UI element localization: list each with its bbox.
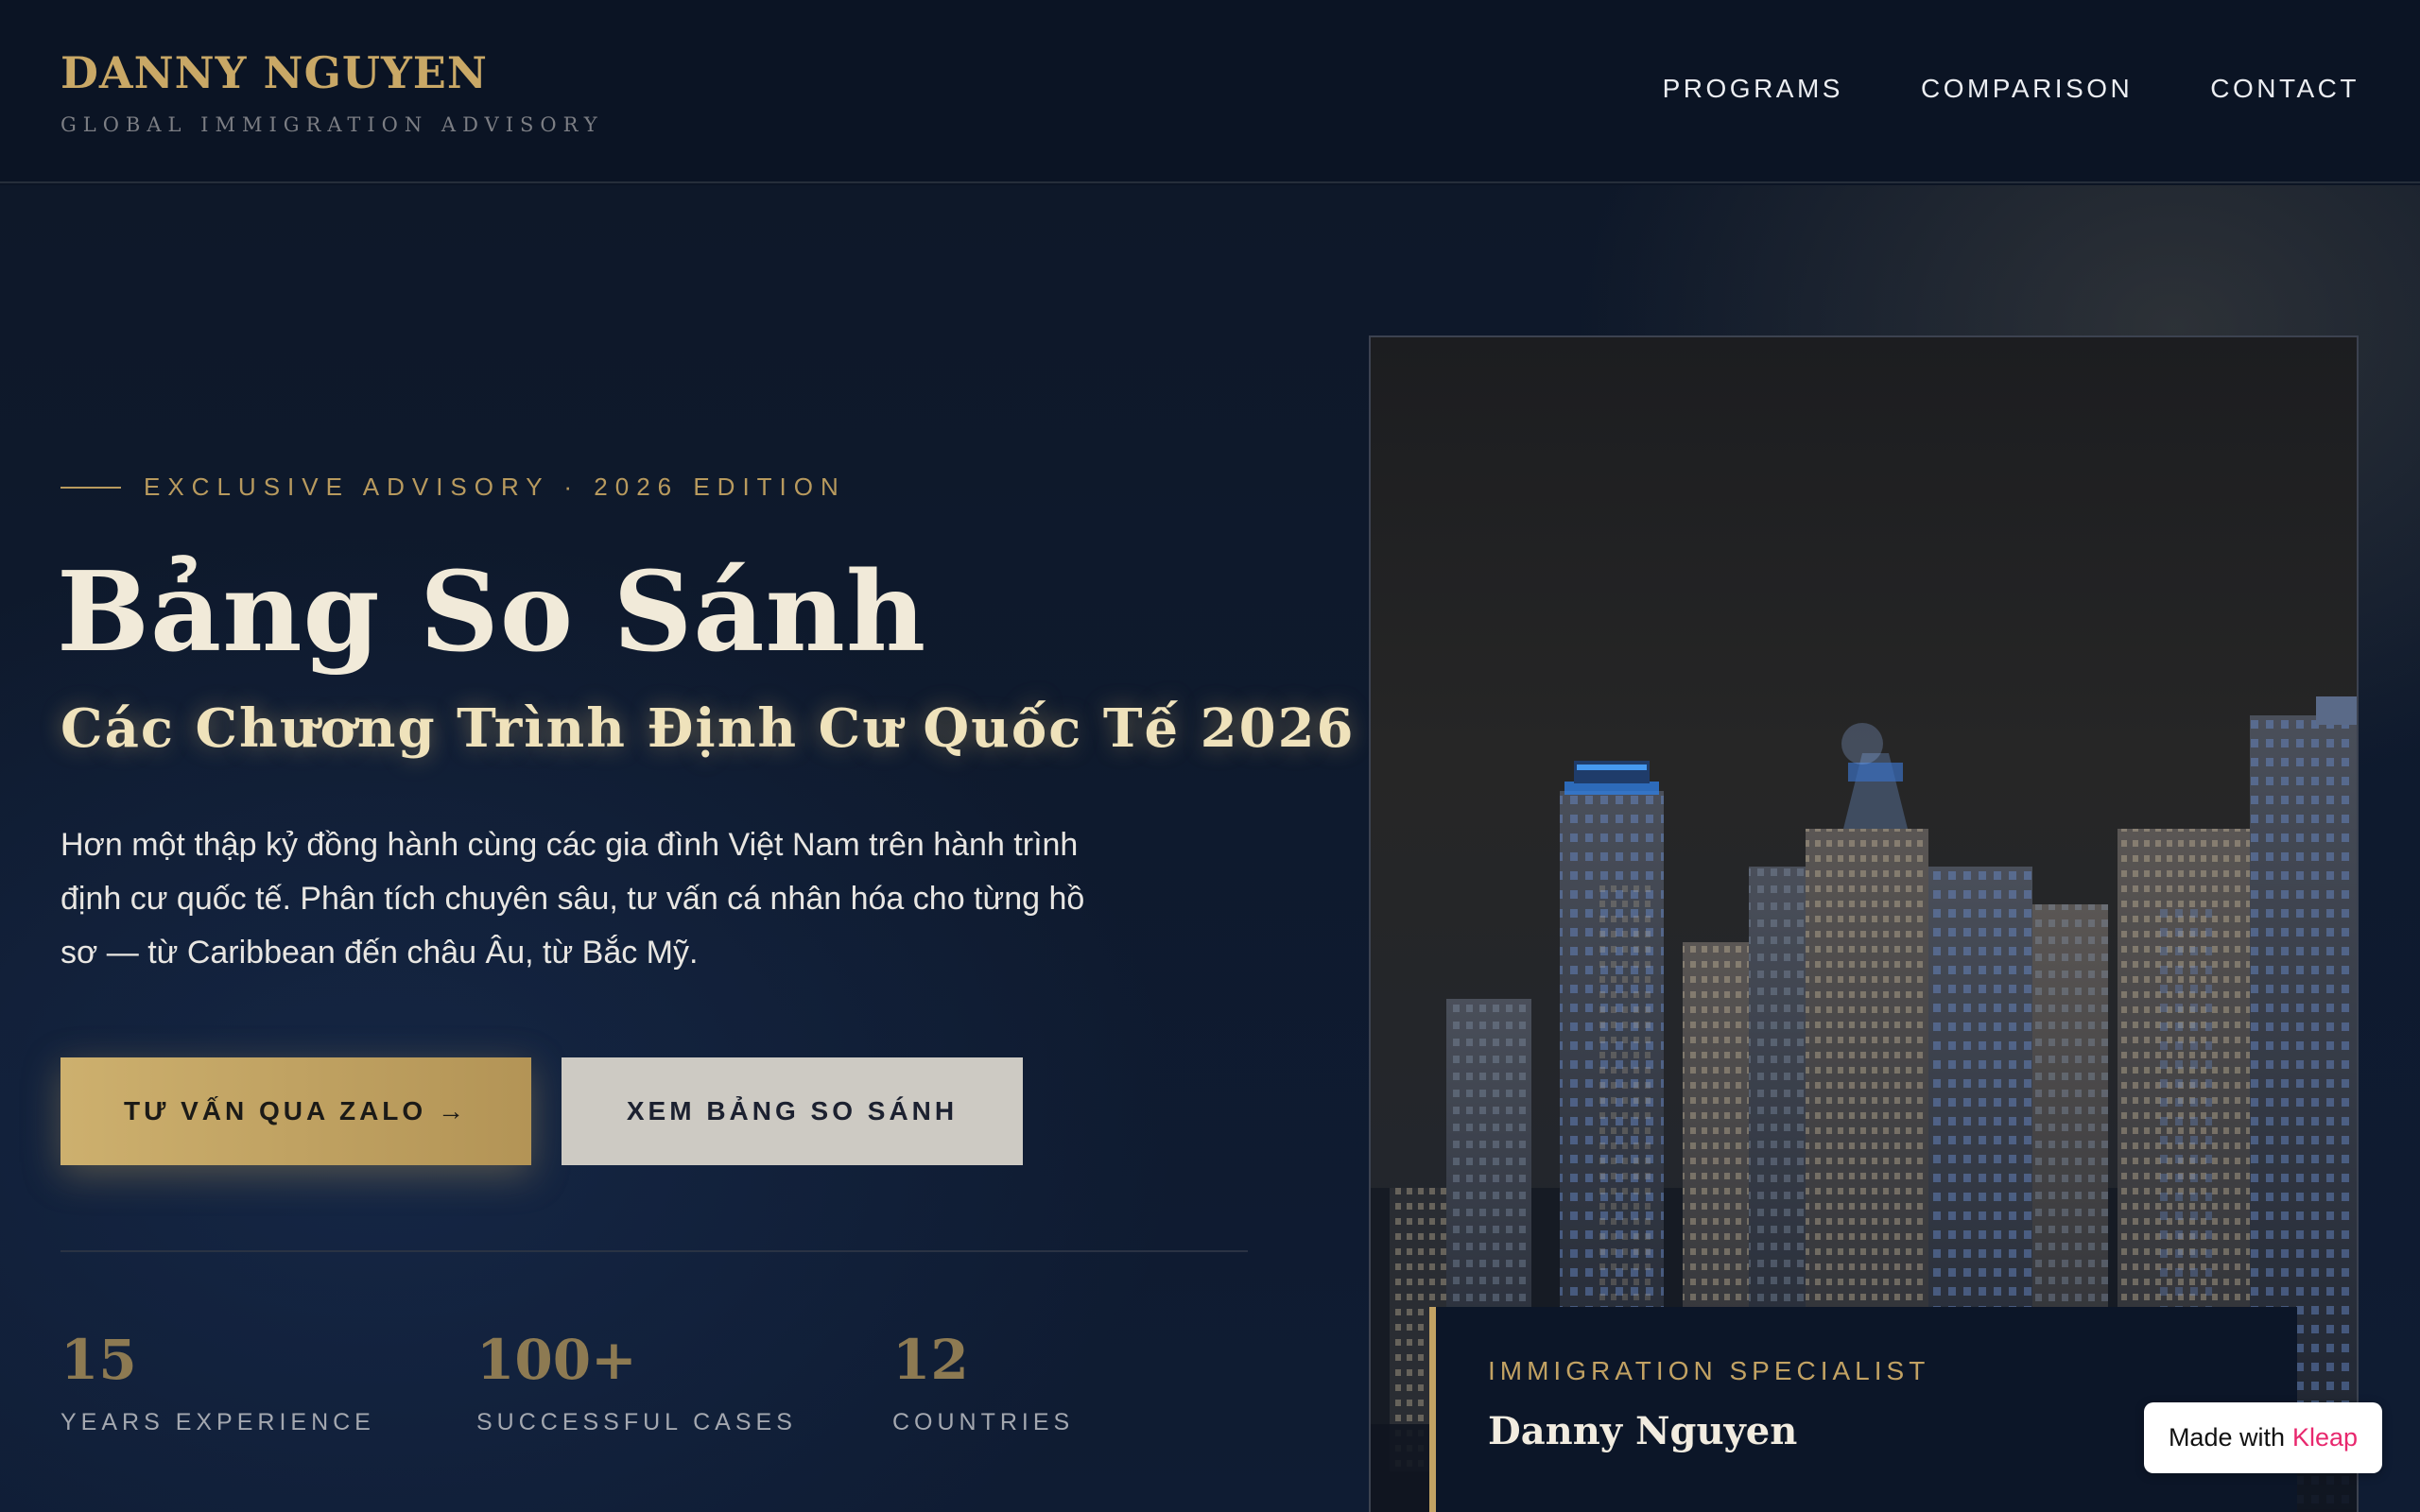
hero-eyebrow: EXCLUSIVE ADVISORY · 2026 EDITION [60, 472, 846, 502]
stat-years: 15 YEARS EXPERIENCE [60, 1328, 375, 1436]
stat-value: 15 [60, 1328, 137, 1392]
badge-brand: Kleap [2292, 1423, 2359, 1452]
specialist-name: Danny Nguyen [1488, 1409, 1798, 1453]
stat-label: COUNTRIES [892, 1409, 1075, 1435]
eyebrow-rule [60, 486, 121, 489]
made-with-badge[interactable]: Made with Kleap [2144, 1402, 2382, 1473]
nav-programs[interactable]: PROGRAMS [1663, 74, 1843, 104]
eyebrow-text: EXCLUSIVE ADVISORY · 2026 EDITION [144, 472, 846, 501]
brand-tagline: GLOBAL IMMIGRATION ADVISORY [60, 113, 604, 136]
brand-logo[interactable]: DANNY NGUYEN [60, 47, 488, 98]
stat-cases: 100+ SUCCESSFUL CASES [476, 1328, 797, 1436]
badge-prefix: Made with [2168, 1423, 2285, 1452]
zalo-consult-button[interactable]: TƯ VẤN QUA ZALO → [60, 1057, 531, 1165]
stat-label: SUCCESSFUL CASES [476, 1409, 797, 1435]
page-title: Bảng So Sánh [57, 548, 927, 677]
hero-description: Hơn một thập kỷ đồng hành cùng các gia đ… [60, 827, 1085, 971]
nav-contact[interactable]: CONTACT [2210, 74, 2360, 104]
stat-label: YEARS EXPERIENCE [60, 1409, 375, 1435]
stat-value: 100+ [476, 1328, 637, 1392]
site-header: DANNY NGUYEN GLOBAL IMMIGRATION ADVISORY… [0, 0, 2420, 183]
stats-divider [60, 1250, 1248, 1252]
specialist-role: IMMIGRATION SPECIALIST [1488, 1356, 1930, 1385]
nav-comparison[interactable]: COMPARISON [1921, 74, 2133, 104]
view-comparison-button[interactable]: XEM BẢNG SO SÁNH [562, 1057, 1023, 1165]
main-nav: PROGRAMS COMPARISON CONTACT [1663, 74, 2360, 104]
stat-value: 12 [892, 1328, 969, 1392]
stat-countries: 12 COUNTRIES [892, 1328, 1074, 1436]
page-subtitle: Các Chương Trình Định Cư Quốc Tế 2026 [60, 697, 1356, 760]
